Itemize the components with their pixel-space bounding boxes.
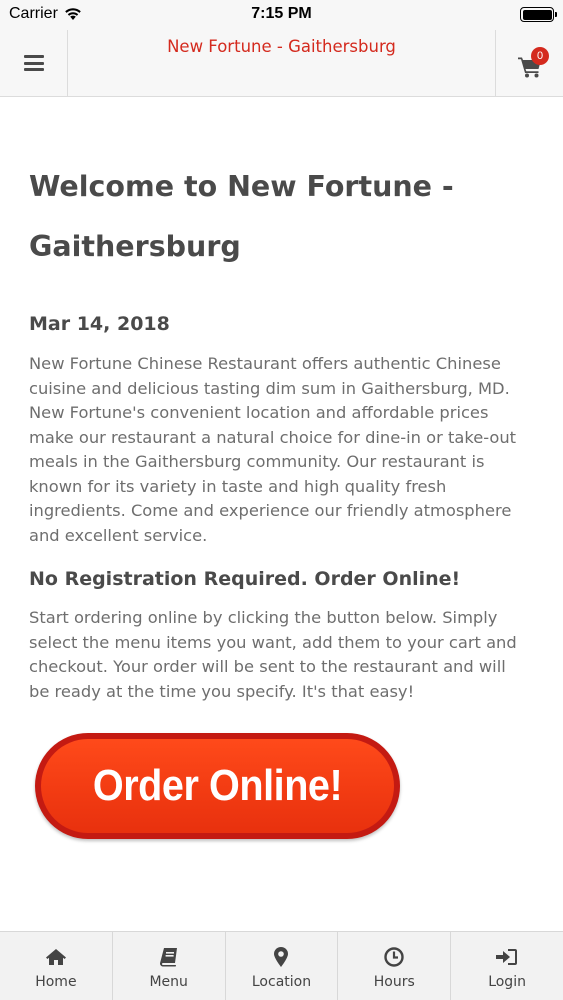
post-date: Mar 14, 2018 (29, 313, 170, 335)
nav-item-home[interactable]: Home (0, 932, 113, 1000)
book-icon (159, 948, 177, 967)
hamburger-icon (23, 55, 44, 71)
nav-item-hours[interactable]: Hours (338, 932, 452, 1000)
nav-label-home: Home (35, 974, 77, 990)
bottom-nav: Home Menu Location Hours Login (0, 931, 563, 1000)
header-title: New Fortune - Gaithersburg (167, 37, 396, 56)
intro-paragraph: New Fortune Chinese Restaurant offers au… (29, 354, 517, 545)
section-heading: No Registration Required. Order Online! (29, 568, 461, 590)
home-icon (45, 949, 66, 965)
sign-in-icon (496, 949, 518, 965)
cart-count-badge: 0 (531, 47, 549, 65)
nav-item-menu[interactable]: Menu (113, 932, 226, 1000)
nav-label-menu: Menu (149, 974, 188, 990)
main-content: Welcome to New Fortune - Gaithersburg Ma… (29, 97, 529, 704)
hamburger-menu-button[interactable] (0, 30, 68, 96)
order-online-button[interactable]: Order Online! (35, 733, 400, 839)
nav-label-hours: Hours (373, 974, 415, 990)
clock-icon (384, 947, 404, 967)
nav-item-login[interactable]: Login (451, 932, 563, 1000)
map-pin-icon (274, 947, 289, 967)
order-online-label: Order Online! (92, 761, 343, 810)
nav-label-login: Login (488, 974, 526, 990)
instructions-paragraph: Start ordering online by clicking the bu… (29, 608, 517, 701)
battery-icon (520, 7, 557, 22)
app-header: New Fortune - Gaithersburg 0 (0, 30, 563, 97)
status-bar: Carrier 7:15 PM (0, 0, 563, 30)
nav-item-location[interactable]: Location (226, 932, 339, 1000)
status-time: 7:15 PM (251, 5, 312, 22)
page-title: Welcome to New Fortune - Gaithersburg (29, 170, 454, 263)
cart-button[interactable]: 0 (495, 30, 563, 96)
nav-label-location: Location (251, 974, 312, 990)
